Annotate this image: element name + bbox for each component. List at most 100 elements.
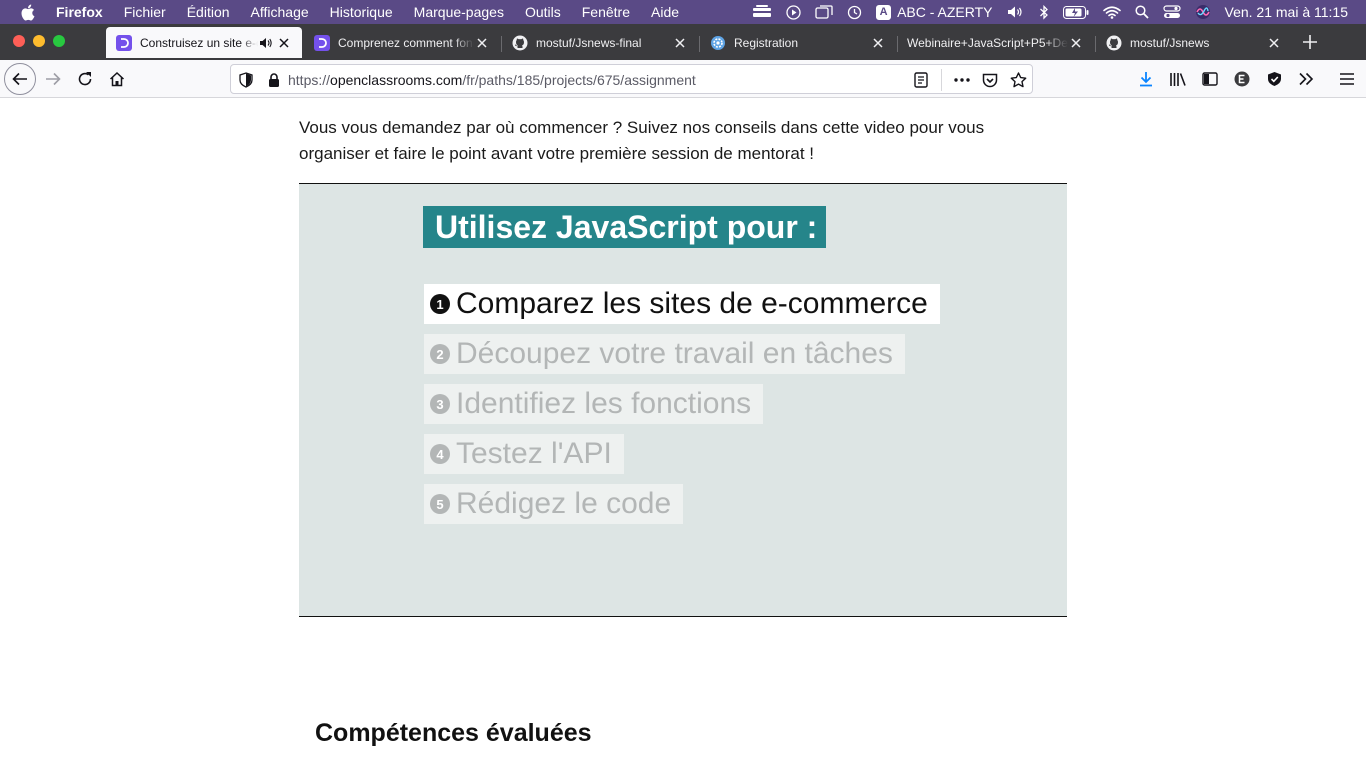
intro-line-2: organiser et faire le point avant votre …: [299, 144, 814, 163]
wifi-icon[interactable]: [1102, 5, 1121, 19]
tab-jsnews[interactable]: mostuf/Jsnews: [1096, 27, 1292, 58]
back-button[interactable]: [4, 63, 36, 95]
speaker-icon[interactable]: [258, 35, 274, 51]
step-label: Découpez votre travail en tâches: [456, 337, 893, 370]
control-center-icon[interactable]: [1162, 5, 1181, 19]
lock-icon[interactable]: [263, 69, 285, 91]
tracking-shield-icon[interactable]: [235, 69, 257, 91]
menu-app-firefox[interactable]: Firefox: [56, 4, 103, 20]
tab-title: Registration: [734, 35, 799, 50]
video-step-1: 1 Comparez les sites de e-commerce: [424, 284, 940, 324]
shield-check-icon[interactable]: [1259, 64, 1289, 94]
tab-webinaire-javascript[interactable]: Webinaire+JavaScript+P5+Demo: [898, 27, 1094, 58]
keyboard-input-source[interactable]: A ABC - AZERTY: [876, 4, 993, 20]
library-icon[interactable]: [1163, 64, 1193, 94]
tab-title: Comprenez comment fonctionne: [338, 35, 474, 50]
github-icon: [512, 35, 528, 51]
keyboard-badge-icon: A: [876, 4, 892, 20]
reader-view-icon[interactable]: [910, 69, 932, 91]
tab-comprenez-comment[interactable]: Comprenez comment fonctionne: [304, 27, 500, 58]
openclassrooms-icon: [314, 34, 330, 51]
home-button[interactable]: [102, 64, 132, 94]
menubar-status-area: A ABC - AZERTY Ven. 21 mai à 11:15: [738, 0, 1348, 24]
close-icon[interactable]: [1068, 35, 1084, 51]
menu-fichier[interactable]: Fichier: [124, 4, 166, 20]
video-player[interactable]: Utilisez JavaScript pour : 1 Comparez le…: [299, 183, 1067, 617]
siri-icon[interactable]: [1195, 4, 1211, 20]
menu-marque-pages[interactable]: Marque-pages: [414, 4, 504, 20]
close-icon[interactable]: [474, 35, 490, 51]
close-icon[interactable]: [672, 35, 688, 51]
macos-menubar: Firefox Fichier Édition Affichage Histor…: [0, 0, 1366, 24]
menu-affichage[interactable]: Affichage: [251, 4, 309, 20]
step-number-badge: 3: [430, 394, 450, 414]
tab-title: mostuf/Jsnews-final: [536, 35, 642, 50]
apple-icon[interactable]: [20, 4, 40, 21]
reload-button[interactable]: [70, 64, 100, 94]
video-step-2: 2 Découpez votre travail en tâches: [424, 334, 905, 374]
forward-button[interactable]: [38, 64, 68, 94]
hamburger-menu-icon[interactable]: [1332, 64, 1362, 94]
window-zoom-button[interactable]: [53, 35, 65, 47]
gear-icon: [710, 35, 726, 51]
sidebar-icon[interactable]: [1195, 64, 1225, 94]
step-label: Comparez les sites de e-commerce: [456, 287, 928, 320]
spotlight-search-icon[interactable]: [1134, 5, 1149, 19]
github-icon: [1106, 35, 1122, 51]
openclassrooms-icon: [116, 34, 132, 51]
step-number-badge: 2: [430, 344, 450, 364]
tab-registration[interactable]: Registration: [700, 27, 896, 58]
menu-aide[interactable]: Aide: [651, 4, 679, 20]
keyboard-layout-label: ABC - AZERTY: [897, 4, 993, 20]
url-separator: [941, 69, 942, 91]
video-step-4: 4 Testez l'API: [424, 434, 624, 474]
tab-strip: Construisez un site e-commerce Comprenez…: [0, 24, 1366, 60]
section-heading-competences: Compétences évaluées: [315, 719, 592, 747]
tab-title: Webinaire+JavaScript+P5+Demo: [907, 35, 1068, 50]
volume-icon[interactable]: [1007, 5, 1025, 19]
navigation-toolbar: https://openclassrooms.com/fr/paths/185/…: [0, 60, 1366, 98]
intro-line-1: Vous vous demandez par où commencer ? Su…: [299, 118, 985, 137]
tab-title: Construisez un site e-commerce: [140, 35, 258, 50]
new-tab-button[interactable]: [1298, 30, 1322, 54]
video-step-3: 3 Identifiez les fonctions: [424, 384, 764, 424]
screen-mirroring-icon[interactable]: [815, 5, 833, 19]
cloud-sync-icon[interactable]: [752, 5, 772, 19]
bluetooth-icon[interactable]: [1039, 4, 1049, 20]
url-path: /fr/paths/185/projects/675/assignment: [462, 72, 696, 88]
close-icon[interactable]: [870, 35, 886, 51]
tab-construisez-site[interactable]: Construisez un site e-commerce: [106, 27, 302, 58]
step-label: Rédigez le code: [456, 487, 672, 520]
menu-fenetre[interactable]: Fenêtre: [582, 4, 630, 20]
step-label: Identifiez les fonctions: [456, 387, 752, 420]
play-circle-icon[interactable]: [786, 4, 801, 20]
step-number-badge: 5: [430, 494, 450, 514]
download-icon[interactable]: [1131, 64, 1161, 94]
close-icon[interactable]: [276, 35, 292, 51]
page-actions-icon[interactable]: [951, 69, 973, 91]
window-minimize-button[interactable]: [33, 35, 45, 47]
menubar-clock[interactable]: Ven. 21 mai à 11:15: [1225, 4, 1349, 20]
extension-e-icon[interactable]: [1227, 64, 1257, 94]
bookmark-star-icon[interactable]: [1007, 69, 1029, 91]
overflow-chevron-icon[interactable]: [1291, 64, 1321, 94]
step-number-badge: 4: [430, 444, 450, 464]
close-icon[interactable]: [1266, 35, 1282, 51]
url-text[interactable]: https://openclassrooms.com/fr/paths/185/…: [288, 72, 696, 88]
intro-paragraph: Vous vous demandez par où commencer ? Su…: [299, 115, 1059, 167]
tab-jsnews-final[interactable]: mostuf/Jsnews-final: [502, 27, 698, 58]
window-close-button[interactable]: [13, 35, 25, 47]
battery-icon[interactable]: [1062, 5, 1089, 19]
time-machine-icon[interactable]: [847, 5, 862, 20]
url-bar[interactable]: https://openclassrooms.com/fr/paths/185/…: [230, 64, 1033, 94]
menu-edition[interactable]: Édition: [187, 4, 230, 20]
menu-outils[interactable]: Outils: [525, 4, 561, 20]
step-number-badge: 1: [430, 294, 450, 314]
page-content: Vous vous demandez par où commencer ? Su…: [0, 99, 1366, 768]
video-title: Utilisez JavaScript pour :: [423, 206, 827, 248]
pocket-icon[interactable]: [979, 69, 1001, 91]
step-label: Testez l'API: [456, 437, 612, 470]
menu-historique[interactable]: Historique: [330, 4, 393, 20]
video-step-5: 5 Rédigez le code: [424, 484, 684, 524]
url-host: openclassrooms.com: [330, 72, 463, 88]
